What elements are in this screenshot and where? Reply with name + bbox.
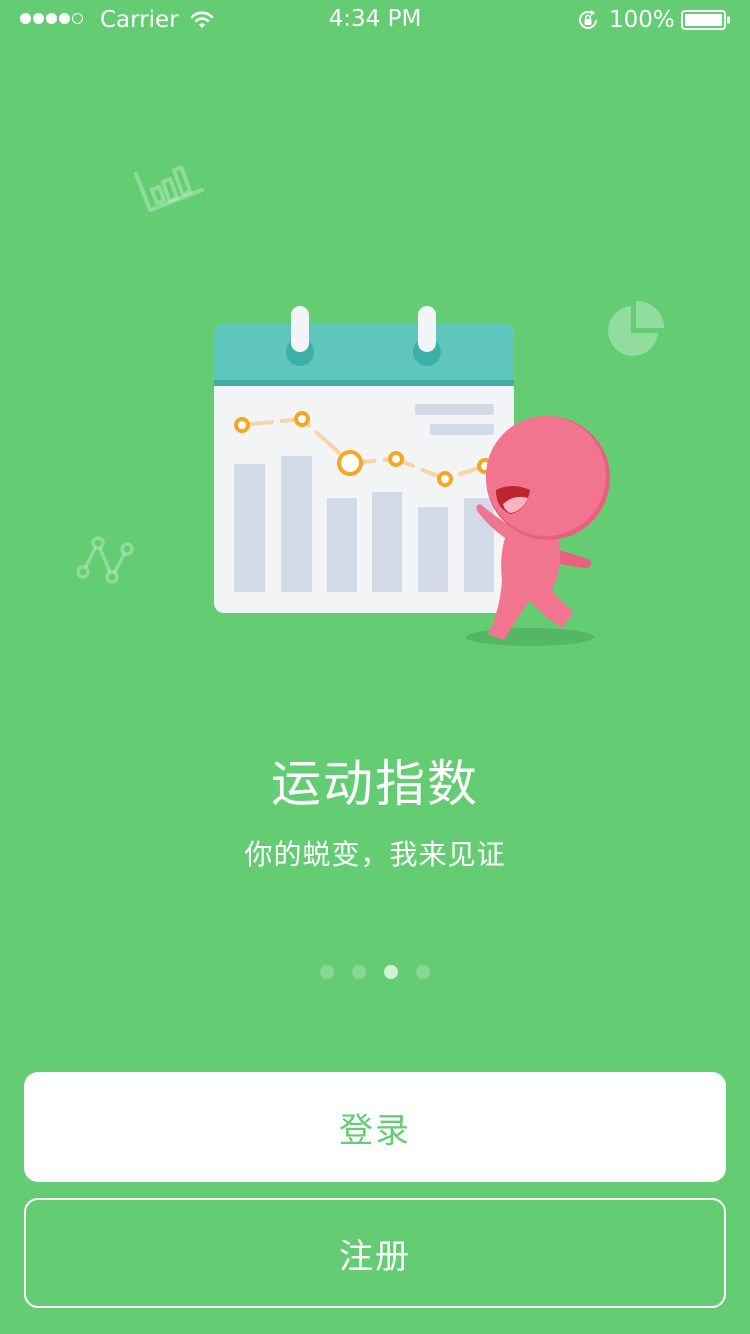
page-dot[interactable]	[352, 965, 366, 979]
illustration	[214, 306, 610, 646]
page-dot-active[interactable]	[384, 965, 398, 979]
bar-chart-icon	[134, 165, 204, 212]
page-subtitle: 你的蜕变，我来见证	[244, 838, 506, 871]
battery-percentage: 100%	[609, 7, 675, 33]
calendar-illustration	[214, 306, 514, 613]
login-button[interactable]: 登录	[24, 1072, 726, 1182]
register-button[interactable]: 注册	[24, 1198, 726, 1308]
battery-icon	[681, 10, 730, 30]
line-graph-icon	[76, 536, 134, 584]
page-title: 运动指数	[271, 755, 479, 813]
page-dot[interactable]	[320, 965, 334, 979]
page-indicator	[0, 965, 750, 979]
status-bar: Carrier 4:34 PM 100%	[0, 0, 750, 40]
orientation-lock-icon	[579, 10, 597, 29]
page-dot[interactable]	[416, 965, 430, 979]
intro-screen: Carrier 4:34 PM 100% 运动指数 你的蜕变，我来见证 登录 注…	[0, 0, 750, 1334]
